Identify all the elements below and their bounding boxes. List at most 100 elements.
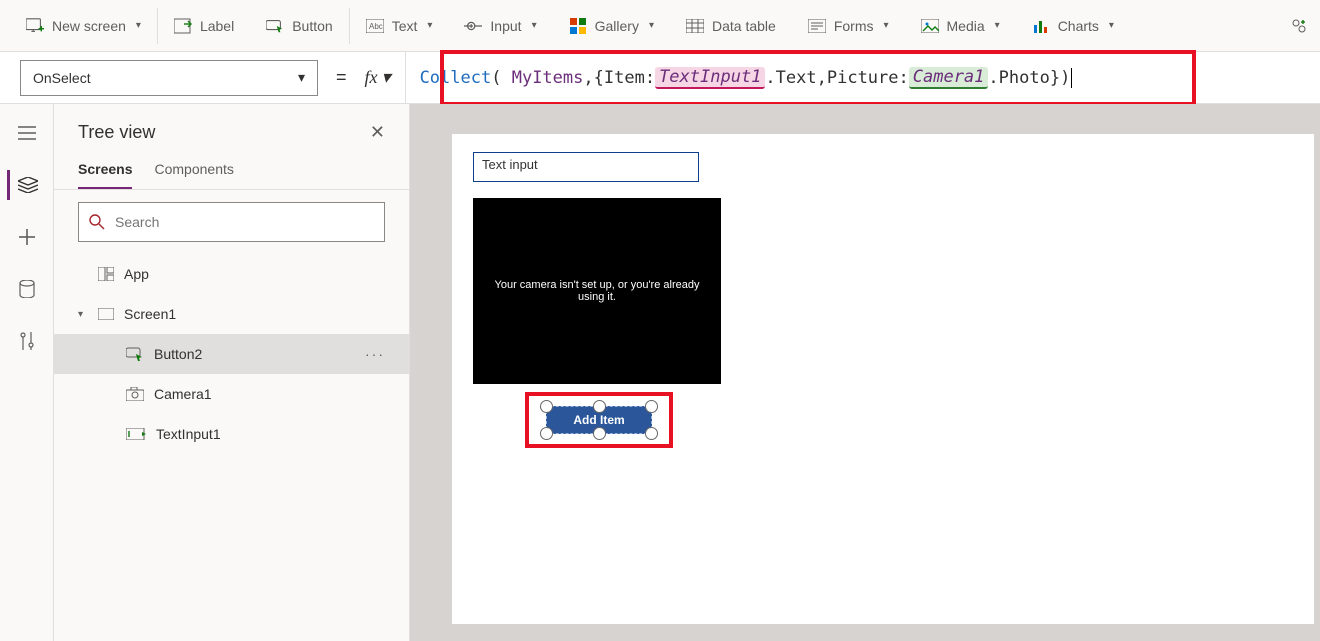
tree-list: App ▾ Screen1 Button2 ··· Camera1 — [54, 254, 409, 641]
tree-view-panel: Tree view ✕ Screens Components App ▾ Scr… — [54, 104, 410, 641]
formula-token-function: Collect — [420, 68, 492, 88]
property-dropdown[interactable]: OnSelect ▾ — [20, 60, 318, 96]
tree-item-label: Screen1 — [124, 306, 176, 322]
left-rail — [0, 104, 54, 641]
canvas-add-item-button[interactable]: Add Item — [546, 406, 652, 434]
screen-plus-icon — [26, 17, 44, 35]
charts-icon — [1032, 17, 1050, 35]
chevron-down-icon: ▾ — [995, 20, 1000, 31]
add-component-button[interactable] — [1292, 19, 1310, 33]
tree-item-screen[interactable]: ▾ Screen1 — [54, 294, 409, 334]
chevron-down-icon: ▾ — [427, 20, 432, 31]
text-label: Text — [392, 18, 418, 34]
tree-item-label: Camera1 — [154, 386, 212, 402]
label-icon — [174, 17, 192, 35]
annotation-highlight: Add Item — [525, 392, 673, 448]
media-button[interactable]: Media ▾ — [905, 0, 1016, 52]
tree-item-app[interactable]: App — [54, 254, 409, 294]
text-icon: Abc — [366, 17, 384, 35]
data-table-icon — [686, 17, 704, 35]
tree-item-label: App — [124, 266, 149, 282]
media-icon — [921, 17, 939, 35]
database-icon — [19, 280, 35, 298]
equals-sign: = — [336, 67, 347, 88]
text-button[interactable]: Abc Text ▾ — [350, 0, 449, 52]
media-label: Media — [947, 18, 985, 34]
chevron-down-icon: ▾ — [883, 20, 888, 31]
toolbar: New screen ▾ Label Button Abc Text ▾ Inp… — [0, 0, 1320, 52]
camera-message: Your camera isn't set up, or you're alre… — [483, 279, 711, 303]
chevron-down-icon: ▾ — [1109, 20, 1114, 31]
tree-view-tabs: Screens Components — [54, 155, 409, 190]
button-icon — [266, 17, 284, 35]
more-icon[interactable]: ··· — [365, 346, 385, 362]
text-input-icon — [126, 428, 146, 440]
svg-text:Abc: Abc — [369, 22, 383, 31]
resize-handle[interactable] — [540, 427, 553, 440]
label-label: Label — [200, 18, 234, 34]
text-cursor — [1071, 68, 1072, 88]
chevron-down-icon: ▾ — [136, 20, 141, 31]
button-label: Add Item — [573, 413, 624, 427]
gallery-button[interactable]: Gallery ▾ — [553, 0, 670, 52]
resize-handle[interactable] — [540, 400, 553, 413]
chevron-down-icon: ▾ — [649, 20, 654, 31]
tree-view-header: Tree view ✕ — [54, 122, 409, 155]
tree-item-label: Button2 — [154, 346, 202, 362]
formula-token-reference: Camera1 — [909, 67, 989, 89]
formula-bar: OnSelect ▾ = fx ▾ Collect( MyItems, { It… — [0, 52, 1320, 104]
property-value: OnSelect — [33, 70, 91, 86]
input-icon — [464, 17, 482, 35]
tab-screens[interactable]: Screens — [78, 155, 132, 189]
canvas-text-input[interactable]: Text input — [473, 152, 699, 182]
close-icon[interactable]: ✕ — [370, 122, 385, 143]
formula-token-reference: TextInput1 — [655, 67, 765, 89]
screen-icon — [98, 308, 114, 320]
plus-icon — [1292, 19, 1306, 33]
camera-icon — [126, 387, 144, 401]
canvas-screen[interactable]: Text input Your camera isn't set up, or … — [452, 134, 1314, 624]
chevron-down-icon: ▾ — [78, 309, 88, 320]
forms-label: Forms — [834, 18, 874, 34]
rail-hamburger[interactable] — [7, 118, 47, 148]
tools-icon — [19, 332, 35, 350]
formula-input[interactable]: Collect( MyItems, { Item: TextInput1.Tex… — [406, 52, 1320, 104]
resize-handle[interactable] — [593, 427, 606, 440]
canvas-camera[interactable]: Your camera isn't set up, or you're alre… — [473, 198, 721, 384]
forms-button[interactable]: Forms ▾ — [792, 0, 905, 52]
chevron-down-icon: ▾ — [532, 20, 537, 31]
data-table-button[interactable]: Data table — [670, 0, 792, 52]
gallery-icon — [569, 17, 587, 35]
tab-components[interactable]: Components — [154, 155, 233, 189]
tree-item-button[interactable]: Button2 ··· — [54, 334, 409, 374]
search-input[interactable] — [115, 214, 374, 230]
search-icon — [89, 214, 105, 230]
label-button[interactable]: Label — [158, 0, 250, 52]
chevron-down-icon: ▾ — [382, 67, 391, 88]
tree-search[interactable] — [78, 202, 385, 242]
button-icon — [126, 347, 144, 361]
main-area: Tree view ✕ Screens Components App ▾ Scr… — [0, 104, 1320, 641]
resize-handle[interactable] — [593, 400, 606, 413]
chevron-down-icon: ▾ — [298, 69, 305, 86]
tree-item-textinput[interactable]: TextInput1 — [54, 414, 409, 454]
app-icon — [98, 267, 114, 281]
fx-button[interactable]: fx ▾ — [365, 52, 406, 104]
tree-view-title: Tree view — [78, 122, 155, 143]
rail-data[interactable] — [7, 274, 47, 304]
input-button[interactable]: Input ▾ — [448, 0, 552, 52]
rail-tree-view[interactable] — [7, 170, 47, 200]
resize-handle[interactable] — [645, 400, 658, 413]
new-screen-button[interactable]: New screen ▾ — [10, 0, 157, 52]
charts-label: Charts — [1058, 18, 1099, 34]
charts-button[interactable]: Charts ▾ — [1016, 0, 1130, 52]
new-screen-label: New screen — [52, 18, 126, 34]
forms-icon — [808, 17, 826, 35]
tree-item-camera[interactable]: Camera1 — [54, 374, 409, 414]
rail-tools[interactable] — [7, 326, 47, 356]
button-button[interactable]: Button — [250, 0, 348, 52]
rail-insert[interactable] — [7, 222, 47, 252]
canvas-area[interactable]: Text input Your camera isn't set up, or … — [410, 104, 1320, 641]
input-label: Input — [490, 18, 521, 34]
resize-handle[interactable] — [645, 427, 658, 440]
